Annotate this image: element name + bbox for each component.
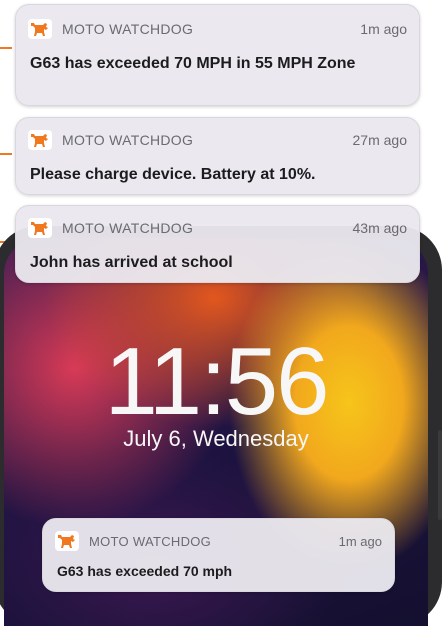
dog-icon [28, 130, 52, 150]
notification-message: G63 has exceeded 70 mph [57, 563, 233, 579]
notification-message: G63 has exceeded 70 MPH in 55 MPH Zone [30, 55, 356, 72]
notification-header: MOTO WATCHDOG 1m ago [55, 531, 382, 551]
app-name: MOTO WATCHDOG [62, 21, 194, 37]
dog-icon [55, 531, 79, 551]
connector-line [0, 47, 12, 49]
notification-header: MOTO WATCHDOG 27m ago [28, 130, 407, 150]
app-name: MOTO WATCHDOG [89, 533, 212, 549]
notification-card[interactable]: MOTO WATCHDOG 1m ago G63 has exceeded 70… [15, 4, 420, 106]
lock-screen-clock: 11:56 [104, 328, 329, 435]
notification-header: MOTO WATCHDOG 43m ago [28, 218, 407, 238]
notification-card[interactable]: MOTO WATCHDOG 43m ago John has arrived a… [15, 205, 420, 283]
notification-card[interactable]: MOTO WATCHDOG 1m ago G63 has exceeded 70… [42, 518, 395, 592]
notification-time: 43m ago [352, 220, 407, 236]
notification-time: 1m ago [338, 533, 382, 549]
app-name: MOTO WATCHDOG [62, 132, 194, 148]
notification-header: MOTO WATCHDOG 1m ago [28, 19, 407, 39]
notification-time: 1m ago [360, 21, 407, 37]
dog-icon [28, 218, 52, 238]
connector-line [0, 153, 12, 155]
notification-card[interactable]: MOTO WATCHDOG 27m ago Please charge devi… [15, 117, 420, 195]
notification-message: John has arrived at school [30, 254, 233, 271]
notification-message: Please charge device. Battery at 10%. [30, 166, 316, 183]
phone-side-button [438, 430, 442, 520]
lock-screen-date: July 6, Wednesday [123, 426, 309, 451]
app-name: MOTO WATCHDOG [62, 220, 194, 236]
dog-icon [28, 19, 52, 39]
notification-time: 27m ago [352, 132, 407, 148]
